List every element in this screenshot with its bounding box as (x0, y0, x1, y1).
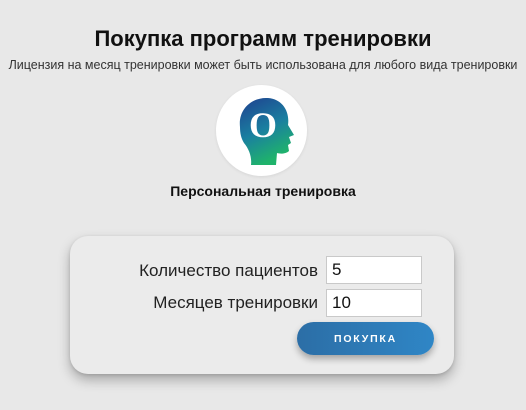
patients-input[interactable] (326, 256, 422, 284)
purchase-form-card: Количество пациентов Месяцев тренировки … (70, 236, 454, 374)
page-subtitle: Лицензия на месяц тренировки может быть … (8, 58, 518, 72)
months-label: Месяцев тренировки (153, 293, 318, 312)
head-profile-icon: O (239, 97, 294, 165)
buy-button[interactable]: ПОКУПКА (297, 322, 434, 355)
product-logo: O (216, 85, 307, 176)
months-input[interactable] (326, 289, 422, 317)
page-title: Покупка программ тренировки (94, 26, 432, 51)
patients-label: Количество пациентов (139, 261, 318, 280)
product-name: Персональная тренировка (170, 183, 356, 199)
logo-letter: O (249, 105, 277, 145)
